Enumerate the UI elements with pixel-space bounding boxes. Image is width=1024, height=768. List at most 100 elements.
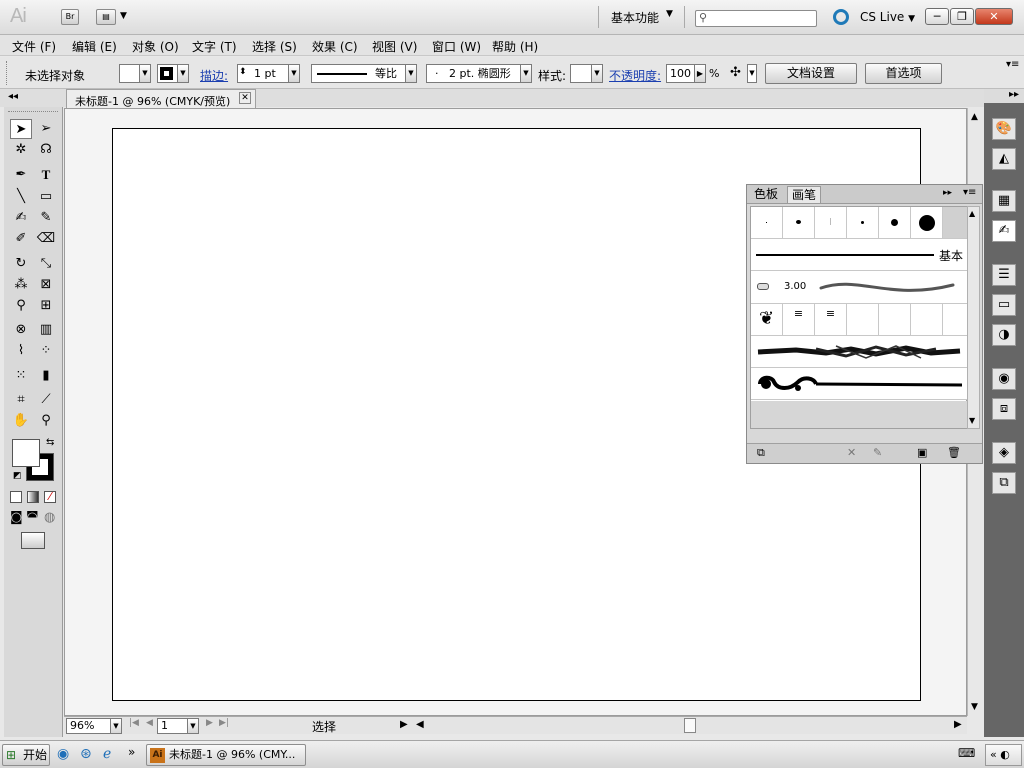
close-button[interactable]: ✕ <box>975 8 1013 25</box>
search-input[interactable]: ⚲ <box>695 10 817 27</box>
brush-swatch[interactable] <box>879 207 911 238</box>
scroll-left-icon[interactable]: ◀ <box>416 719 424 730</box>
type-tool-icon[interactable]: T <box>35 165 57 185</box>
tab-brushes[interactable]: 画笔 <box>787 186 822 203</box>
scroll-up-icon[interactable]: ▲ <box>971 112 978 122</box>
brush-libraries-icon[interactable]: ⧉ <box>757 446 765 460</box>
artboard-tool-icon[interactable]: ⌗ <box>10 390 32 410</box>
appearance-panel-icon[interactable]: ◉ <box>992 368 1016 390</box>
first-page-icon[interactable]: |◀ <box>129 718 139 728</box>
tools-grip[interactable] <box>8 111 58 114</box>
panel-menu-icon[interactable]: ▾≡ <box>963 187 976 198</box>
pattern-brush-icon[interactable]: ≡ <box>783 304 815 335</box>
eraser-tool-icon[interactable]: ⌫ <box>35 229 57 249</box>
symbol-sprayer-tool-icon[interactable]: ⁙ <box>10 366 32 386</box>
taskbar-app-item[interactable]: Ai 未标题-1 @ 96% (CMY... <box>146 744 306 766</box>
brush-swatch[interactable] <box>783 207 815 238</box>
screen-mode-icon[interactable] <box>21 532 45 549</box>
menu-help[interactable]: 帮助 (H) <box>492 38 538 55</box>
basic-brush-row[interactable]: 基本 <box>751 239 967 271</box>
draw-normal-icon[interactable]: ◙ <box>10 510 23 525</box>
hand-tool-icon[interactable]: ✋ <box>10 411 32 431</box>
line-segment-tool-icon[interactable]: ╲ <box>10 187 32 207</box>
fill-swatch[interactable] <box>12 439 40 467</box>
warp-tool-icon[interactable]: ⁂ <box>10 275 32 295</box>
recolor-artwork-icon[interactable]: ✣ <box>730 65 741 80</box>
graphic-styles-icon[interactable]: ⧈ <box>992 398 1016 420</box>
restore-button[interactable]: ❐ <box>950 8 974 25</box>
direct-selection-tool-icon[interactable]: ➢ <box>35 119 57 139</box>
stepper-icon[interactable]: ⬍ <box>239 64 247 81</box>
chevron-down-icon[interactable]: ▼ <box>120 11 127 21</box>
options-icon[interactable]: ✎ <box>873 446 882 459</box>
close-tab-icon[interactable]: ✕ <box>239 92 251 104</box>
more-icon[interactable]: » <box>128 745 135 759</box>
new-brush-icon[interactable]: ▣ <box>917 446 927 459</box>
menu-select[interactable]: 选择 (S) <box>252 38 297 55</box>
variable-width-profile[interactable]: 等比 ▼ <box>311 64 417 83</box>
brushes-panel-icon[interactable]: ✍ <box>992 220 1016 242</box>
blend-tool-icon[interactable]: ⁘ <box>35 341 57 361</box>
brush-swatch[interactable] <box>847 304 879 335</box>
workspace-switcher[interactable]: 基本功能 <box>611 9 659 26</box>
stroke-color-picker[interactable]: ▼ <box>157 64 189 83</box>
browser-icon[interactable]: ◉ <box>57 746 69 762</box>
menu-view[interactable]: 视图 (V) <box>372 38 417 55</box>
mesh-tool-icon[interactable]: ⊗ <box>10 320 32 340</box>
scale-tool-icon[interactable]: ⤡ <box>35 254 57 274</box>
default-colors-icon[interactable]: ◩ <box>13 471 22 481</box>
gradient-mode-icon[interactable] <box>27 491 39 503</box>
menu-window[interactable]: 窗口 (W) <box>432 38 481 55</box>
rectangle-tool-icon[interactable]: ▭ <box>35 187 57 207</box>
tray-expand-button[interactable]: « ◐ <box>985 744 1022 766</box>
opacity-field[interactable]: 100 ▶ <box>666 64 706 83</box>
brush-swatch[interactable] <box>879 304 911 335</box>
tab-swatches[interactable]: 色板 <box>750 186 782 203</box>
scroll-down-icon[interactable]: ▼ <box>969 416 975 425</box>
transparency-panel-icon[interactable]: ◑ <box>992 324 1016 346</box>
opacity-panel-link[interactable]: 不透明度: <box>609 67 661 84</box>
status-menu-icon[interactable]: ▶ <box>400 719 408 730</box>
pattern-brush-icon[interactable]: ≡ <box>815 304 847 335</box>
zoom-field[interactable]: 96% ▼ <box>66 718 122 734</box>
zoom-tool-icon[interactable]: ⚲ <box>35 411 57 431</box>
chrome-icon[interactable]: ⊛ <box>80 746 92 762</box>
chevron-down-icon[interactable]: ▼ <box>747 64 757 83</box>
scroll-right-icon[interactable]: ▶ <box>954 719 962 730</box>
swatches-panel-icon[interactable]: ▦ <box>992 190 1016 212</box>
brush-swatch[interactable] <box>751 207 783 238</box>
brush-swatch[interactable] <box>847 207 879 238</box>
artboards-panel-icon[interactable]: ⧉ <box>992 472 1016 494</box>
last-page-icon[interactable]: ▶| <box>219 718 229 728</box>
layers-panel-icon[interactable]: ◈ <box>992 442 1016 464</box>
magic-wand-tool-icon[interactable]: ✲ <box>10 140 32 160</box>
collapse-panels-icon[interactable]: ◂◂ <box>8 91 18 102</box>
ie-icon[interactable]: ℯ <box>103 746 111 762</box>
color-guide-icon[interactable]: ◭ <box>992 148 1016 170</box>
paintbrush-tool-icon[interactable]: ✍ <box>10 208 32 228</box>
menu-type[interactable]: 文字 (T) <box>192 38 237 55</box>
blob-brush-tool-icon[interactable]: ✐ <box>10 229 32 249</box>
gradient-panel-icon[interactable]: ▭ <box>992 294 1016 316</box>
next-page-icon[interactable]: ▶ <box>206 718 213 728</box>
collapse-icon[interactable]: ▸▸ <box>943 188 952 198</box>
gradient-tool-icon[interactable]: ▥ <box>35 320 57 340</box>
pen-tool-icon[interactable]: ✒ <box>10 165 32 185</box>
shape-builder-tool-icon[interactable]: ⚲ <box>10 296 32 316</box>
arrange-documents-icon[interactable]: ▤ <box>96 9 116 25</box>
preferences-button[interactable]: 首选项 <box>865 63 942 84</box>
grip-handle[interactable] <box>6 61 9 85</box>
scroll-thumb[interactable] <box>684 718 696 733</box>
pencil-tool-icon[interactable]: ✎ <box>35 208 57 228</box>
swap-colors-icon[interactable]: ⇆ <box>46 437 54 448</box>
chevron-down-icon[interactable]: ▼ <box>666 9 673 19</box>
menu-file[interactable]: 文件 (F) <box>12 38 56 55</box>
delete-brush-icon[interactable]: 🗑 <box>947 446 961 459</box>
fill-color-picker[interactable]: ▼ <box>119 64 151 83</box>
eyedropper-tool-icon[interactable]: ⌇ <box>10 341 32 361</box>
scroll-down-icon[interactable]: ▼ <box>971 702 978 712</box>
brush-list-scrollbar[interactable]: ▲ ▼ <box>967 206 980 429</box>
lasso-tool-icon[interactable]: ☊ <box>35 140 57 160</box>
page-field[interactable]: 1 ▼ <box>157 718 199 734</box>
art-brush-row[interactable]: 3.00 <box>751 271 967 304</box>
